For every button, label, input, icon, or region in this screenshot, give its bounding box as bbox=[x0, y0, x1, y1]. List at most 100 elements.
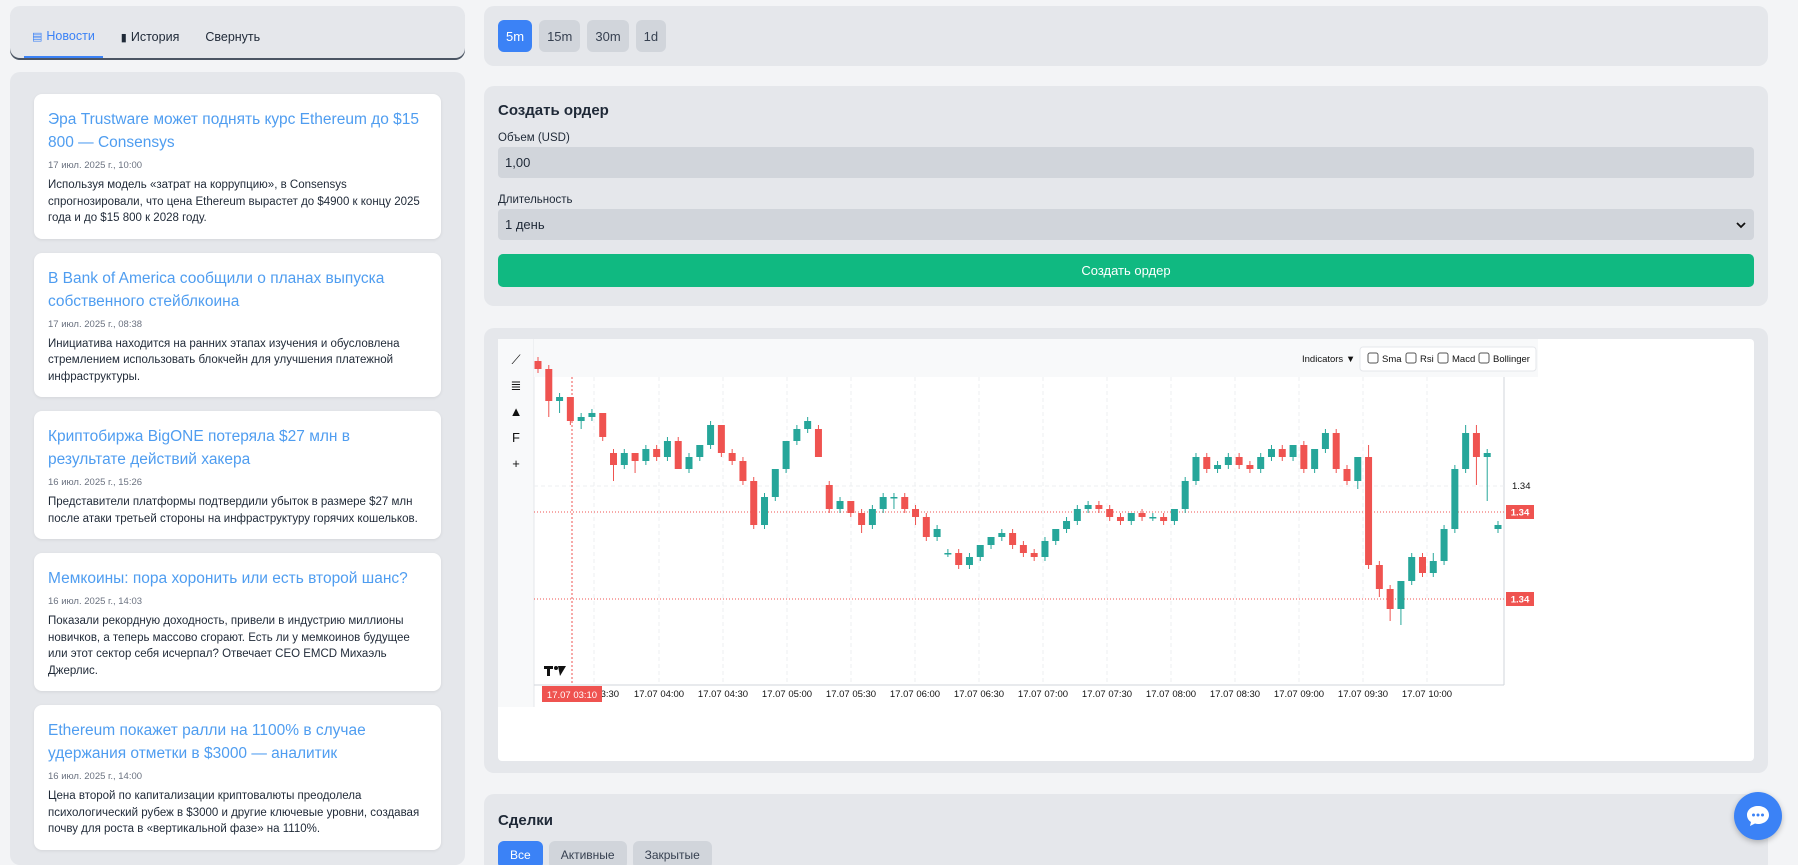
duration-select[interactable]: 1 день bbox=[498, 209, 1754, 240]
horizontal-lines-icon[interactable]: ≣ bbox=[511, 378, 522, 393]
chat-button[interactable] bbox=[1734, 792, 1782, 840]
checkbox-macd[interactable] bbox=[1437, 352, 1449, 364]
book-icon: ▮ bbox=[120, 31, 127, 44]
news-date: 17 июл. 2025 г., 10:00 bbox=[48, 160, 143, 171]
volume-input[interactable]: 1,00 bbox=[498, 147, 1754, 178]
checkbox-label: Bollinger bbox=[1493, 354, 1530, 365]
news-date: 16 июл. 2025 г., 14:03 bbox=[48, 596, 143, 607]
x-tick-label: 17.07 08:30 bbox=[1210, 689, 1260, 700]
tab-1[interactable]: ▮ История bbox=[113, 24, 188, 58]
candle bbox=[1440, 525, 1448, 565]
candle bbox=[1009, 529, 1017, 549]
candle bbox=[707, 421, 715, 449]
candle bbox=[1278, 445, 1286, 461]
price-tag-label: 1.34 bbox=[1511, 508, 1530, 519]
news-card[interactable]: Ethereum покажет ралли на 1100% в случае… bbox=[34, 705, 441, 850]
news-text: Показали рекордную доходность, привели в… bbox=[48, 615, 410, 677]
candle bbox=[1408, 553, 1416, 585]
candle bbox=[1483, 449, 1491, 501]
crosshair-time-label: 17.07 03:10 bbox=[547, 690, 597, 701]
news-title[interactable]: Мемкоины: пора хоронить или есть второй … bbox=[48, 567, 427, 590]
candle bbox=[1354, 457, 1362, 489]
checkbox-rsi[interactable] bbox=[1405, 352, 1417, 364]
news-card[interactable]: В Bank of America сообщили о планах выпу… bbox=[34, 252, 441, 397]
price-tag-label: 1.34 bbox=[1511, 595, 1530, 606]
candle bbox=[1019, 541, 1027, 557]
candle bbox=[1311, 449, 1319, 473]
candle bbox=[545, 365, 553, 417]
x-tick-label: 17.07 10:00 bbox=[1402, 689, 1452, 700]
deals-tab-2[interactable]: Закрытые bbox=[632, 841, 712, 865]
news-title[interactable]: Криптобиржа BigONE потеряла $27 млн в ре… bbox=[48, 425, 427, 471]
candle bbox=[1063, 517, 1071, 533]
candle bbox=[804, 417, 812, 433]
candle bbox=[933, 525, 941, 541]
news-card[interactable]: Эра Trustware может поднять курс Ethereu… bbox=[34, 94, 441, 239]
candle bbox=[1494, 521, 1502, 533]
candle bbox=[1321, 429, 1329, 453]
drawing-toolbar bbox=[498, 339, 534, 707]
timeframe-button-1d[interactable]: 1d bbox=[635, 20, 667, 52]
create-order-button[interactable]: Создать ордер bbox=[498, 254, 1754, 287]
candle bbox=[836, 497, 844, 513]
crosshair-icon[interactable]: + bbox=[512, 456, 520, 471]
x-tick-label: 17.07 04:00 bbox=[634, 689, 684, 700]
chart-container[interactable]: ⟋ ≣ ▲ F + Indicators ▼ Sma Rsi Macd Bollinger 1.34… bbox=[498, 339, 1754, 761]
news-title[interactable]: В Bank of America сообщили о планах выпу… bbox=[48, 267, 427, 313]
news-card[interactable]: Мемкоины: пора хоронить или есть второй … bbox=[34, 553, 441, 691]
candle bbox=[901, 493, 909, 513]
duration-value: 1 день bbox=[505, 217, 545, 232]
candle bbox=[577, 413, 585, 429]
x-tick-label: 17.07 08:00 bbox=[1146, 689, 1196, 700]
candle bbox=[847, 501, 855, 517]
duration-label: Длительность bbox=[498, 194, 573, 206]
y-tick-label: 1.34 bbox=[1512, 481, 1531, 492]
timeframe-button-15m[interactable]: 15m bbox=[539, 20, 581, 52]
candle bbox=[1203, 453, 1211, 473]
candle bbox=[858, 509, 866, 533]
chat-icon bbox=[1747, 806, 1769, 826]
candle bbox=[1375, 561, 1383, 597]
x-tick-label: 17.07 09:00 bbox=[1274, 689, 1324, 700]
x-tick-label: 17.07 04:30 bbox=[698, 689, 748, 700]
candle bbox=[1149, 513, 1157, 521]
candle bbox=[1267, 445, 1275, 461]
tab-bar: ▤ Новости ▮ История Свернуть bbox=[10, 6, 465, 58]
news-text: Инициатива находится на ранних этапах из… bbox=[48, 337, 400, 383]
triangle-icon[interactable]: ▲ bbox=[510, 404, 523, 419]
news-panel: Эра Trustware может поднять курс Ethereu… bbox=[10, 72, 465, 865]
candlestick-chart[interactable]: ⟋ ≣ ▲ F + Indicators ▼ Sma Rsi Macd Bollinger 1.34… bbox=[498, 339, 1754, 761]
candle bbox=[825, 481, 833, 513]
line-tool-icon[interactable]: ⟋ bbox=[511, 352, 521, 367]
deals-tabs: Все Активные Закрытые bbox=[498, 841, 1754, 865]
checkbox-bollinger[interactable] bbox=[1478, 352, 1490, 364]
timeframe-button-5m[interactable]: 5m bbox=[498, 20, 533, 52]
news-card[interactable]: Криптобиржа BigONE потеряла $27 млн в ре… bbox=[34, 411, 441, 539]
candle bbox=[1138, 509, 1146, 521]
tab-label: Свернуть bbox=[205, 30, 261, 44]
candle bbox=[879, 493, 887, 513]
tab-0[interactable]: ▤ Новости bbox=[24, 24, 103, 58]
timeframe-button-30m[interactable]: 30m bbox=[587, 20, 629, 52]
candle bbox=[1332, 429, 1340, 473]
candle bbox=[1084, 501, 1092, 513]
candle bbox=[566, 397, 574, 425]
candle bbox=[717, 425, 725, 457]
deals-tab-0[interactable]: Все bbox=[498, 841, 543, 865]
news-title[interactable]: Ethereum покажет ралли на 1100% в случае… bbox=[48, 719, 427, 765]
checkbox-label: Macd bbox=[1452, 354, 1475, 365]
news-text: Цена второй по капитализации криптовалют… bbox=[48, 790, 420, 835]
candle bbox=[1451, 465, 1459, 533]
candle bbox=[814, 425, 822, 457]
checkbox-sma[interactable] bbox=[1367, 352, 1379, 364]
fib-icon[interactable]: F bbox=[512, 430, 520, 445]
news-title[interactable]: Эра Trustware может поднять курс Ethereu… bbox=[48, 108, 427, 154]
x-tick-label: 17.07 07:30 bbox=[1082, 689, 1132, 700]
candle bbox=[1170, 509, 1178, 525]
x-tick-label: 17.07 05:30 bbox=[826, 689, 876, 700]
candle bbox=[599, 413, 607, 441]
candle bbox=[1365, 445, 1373, 569]
tab-2[interactable]: Свернуть bbox=[197, 24, 268, 58]
deals-tab-1[interactable]: Активные bbox=[548, 841, 627, 865]
indicators-dropdown[interactable]: Indicators ▼ bbox=[1302, 354, 1355, 365]
